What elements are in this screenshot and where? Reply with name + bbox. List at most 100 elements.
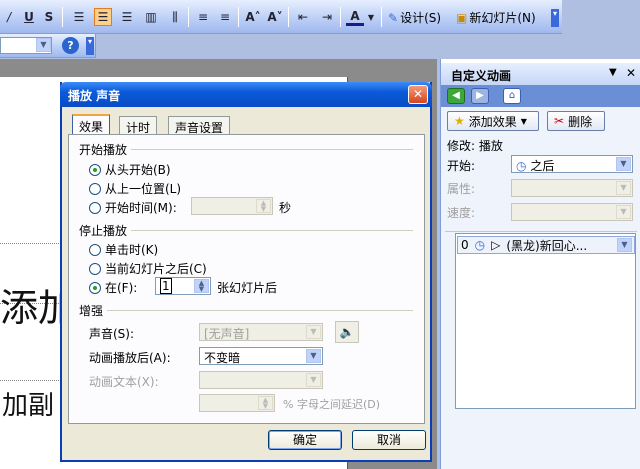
list-item[interactable]: 0 ◷ ▷ (黑龙)新回心...	[457, 236, 635, 254]
speed-label: 速度:	[447, 206, 476, 220]
radio-from-last-position[interactable]: 从上一位置(L)	[89, 180, 181, 197]
chevron-down-icon[interactable]: ▼	[617, 238, 632, 252]
tab-timing[interactable]: 计时	[119, 116, 158, 135]
shrink-font-icon[interactable]: A˅	[266, 8, 284, 26]
radio-button	[89, 262, 101, 275]
numbered-list-icon[interactable]: ≡	[194, 8, 212, 26]
home-icon[interactable]: ⌂	[503, 88, 521, 104]
radio-after-n-slides[interactable]: 在(F):	[89, 279, 137, 296]
radio-label: 当前幻灯片之后(C)	[105, 262, 207, 276]
chevron-down-icon: ▼	[616, 205, 631, 219]
new-slide-label: 新幻灯片(N)	[469, 11, 536, 25]
new-slide-icon: ▣	[456, 10, 468, 25]
pane-title: 自定义动画	[451, 69, 512, 83]
start-group-label: 开始播放	[79, 143, 128, 157]
animate-text-select[interactable]: ▼	[199, 371, 323, 389]
font-color-button[interactable]: A	[346, 8, 364, 26]
align-right-icon[interactable]: ☰	[118, 8, 136, 26]
radio-start-time[interactable]: 开始时间(M):	[89, 199, 177, 216]
decrease-indent-icon[interactable]: ⇤	[294, 8, 312, 26]
italic-button[interactable]: /	[0, 8, 18, 26]
after-animation-select[interactable]: 不变暗 ▼	[199, 347, 323, 365]
add-effect-label: 添加效果	[468, 114, 517, 129]
tab-effect[interactable]: 效果	[72, 114, 111, 135]
start-select[interactable]: ◷ 之后 ▼	[511, 155, 633, 173]
radio-button	[89, 281, 101, 294]
toolbar-separator	[340, 7, 341, 27]
new-slide-button[interactable]: ▣ 新幻灯片(N)	[456, 9, 536, 26]
toolbar-separator	[188, 7, 189, 27]
design-button[interactable]: ✎ 设计(S)	[388, 9, 441, 26]
delete-button[interactable]: ✂ 删除	[547, 111, 605, 131]
item-text: (黑龙)新回心...	[506, 238, 588, 253]
speed-select[interactable]: ▼	[511, 203, 633, 221]
group-divider	[131, 149, 413, 150]
toolbar-separator	[288, 7, 289, 27]
add-effect-button[interactable]: ★ 添加效果 ▼	[447, 111, 539, 131]
formatting-toolbar: / U S ☰ ☰ ☰ ▥ ⫼ ≡ ≡ A˄ A˅ ⇤ ⇥ A ▼ ✎ 设计(S…	[0, 0, 562, 34]
chevron-down-icon: ▼	[306, 373, 321, 387]
design-label: 设计(S)	[400, 11, 442, 25]
clock-icon: ◷	[474, 238, 486, 252]
radio-from-beginning[interactable]: 从头开始(B)	[89, 161, 171, 178]
property-label: 属性:	[447, 182, 476, 196]
toolbar-options-icon[interactable]: ▾	[551, 9, 559, 27]
toolbar-options-icon[interactable]: ▾	[86, 37, 94, 55]
animation-list[interactable]: 0 ◷ ▷ (黑龙)新回心... ▼	[455, 233, 636, 409]
pane-menu-icon[interactable]: ▼	[609, 67, 617, 78]
start-time-spinner[interactable]: ▲ ▼	[191, 197, 273, 215]
spinner-arrows-icon: ▲ ▼	[258, 396, 273, 410]
tab-sound-settings[interactable]: 声音设置	[168, 116, 231, 135]
radio-label: 从头开始(B)	[105, 163, 171, 177]
delay-spinner[interactable]: ▲ ▼	[199, 394, 275, 412]
radio-after-current-slide[interactable]: 当前幻灯片之后(C)	[89, 260, 207, 277]
zoom-combo[interactable]: ▼	[0, 37, 52, 54]
close-icon[interactable]: ✕	[408, 85, 428, 104]
align-left-icon[interactable]: ☰	[70, 8, 88, 26]
animate-text-label: 动画文本(X):	[89, 375, 159, 389]
pane-navigation: ◀ ▶ ⌂	[441, 85, 640, 107]
enhance-group-label: 增强	[79, 304, 104, 318]
group-divider	[107, 310, 413, 311]
effect-tab-panel: 开始播放 从头开始(B) 从上一位置(L) 开始时间(M): ▲ ▼ 秒 停止播放…	[68, 134, 425, 424]
speaker-icon[interactable]: 🔈	[335, 321, 359, 343]
after-animation-value: 不变暗	[204, 351, 241, 365]
align-center-icon[interactable]: ☰	[94, 8, 112, 26]
chevron-down-icon: ▼	[36, 38, 51, 52]
shadow-button[interactable]: S	[40, 8, 58, 26]
stop-group-label: 停止播放	[79, 224, 128, 238]
bullet-list-icon[interactable]: ≡	[216, 8, 234, 26]
radio-button	[89, 243, 101, 256]
ok-button[interactable]: 确定	[268, 430, 342, 450]
dialog-title-bar[interactable]: 播放 声音 ✕	[60, 82, 432, 107]
star-icon: ★	[454, 114, 465, 128]
slide-count-spinner[interactable]: 1 ▲ ▼	[155, 277, 211, 295]
spinner-arrows-icon: ▲ ▼	[256, 199, 271, 213]
delete-icon: ✂	[554, 114, 565, 128]
underline-button[interactable]: U	[20, 8, 38, 26]
cancel-button[interactable]: 取消	[352, 430, 426, 450]
slide-subtitle-text[interactable]: 加副	[2, 385, 54, 422]
play-icon: ▷	[491, 238, 501, 252]
text-direction-icon[interactable]: ⫼	[166, 8, 184, 26]
help-icon[interactable]: ?	[62, 37, 79, 54]
delay-label: % 字母之间延迟(D)	[283, 398, 381, 411]
sound-label: 声音(S):	[89, 327, 135, 341]
custom-animation-pane: 自定义动画 ▼ ✕ ◀ ▶ ⌂ ★ 添加效果 ▼ ✂ 删除 修改: 播放 开始:…	[440, 59, 640, 469]
sound-select[interactable]: [无声音] ▼	[199, 323, 323, 341]
radio-label: 单击时(K)	[105, 243, 159, 257]
distribute-icon[interactable]: ▥	[142, 8, 160, 26]
chevron-down-icon: ▼	[306, 325, 321, 339]
close-icon[interactable]: ✕	[626, 66, 636, 80]
forward-icon[interactable]: ▶	[471, 88, 489, 104]
back-icon[interactable]: ◀	[447, 88, 465, 104]
increase-indent-icon[interactable]: ⇥	[318, 8, 336, 26]
font-color-dropdown-icon[interactable]: ▼	[366, 8, 376, 26]
property-select[interactable]: ▼	[511, 179, 633, 197]
radio-on-click[interactable]: 单击时(K)	[89, 241, 158, 258]
secondary-toolbar: ▼ ? ▾	[0, 34, 96, 58]
grow-font-icon[interactable]: A˄	[244, 8, 262, 26]
pane-divider	[445, 231, 637, 232]
chevron-down-icon: ▼	[520, 116, 527, 126]
modify-label: 修改: 播放	[447, 139, 503, 153]
